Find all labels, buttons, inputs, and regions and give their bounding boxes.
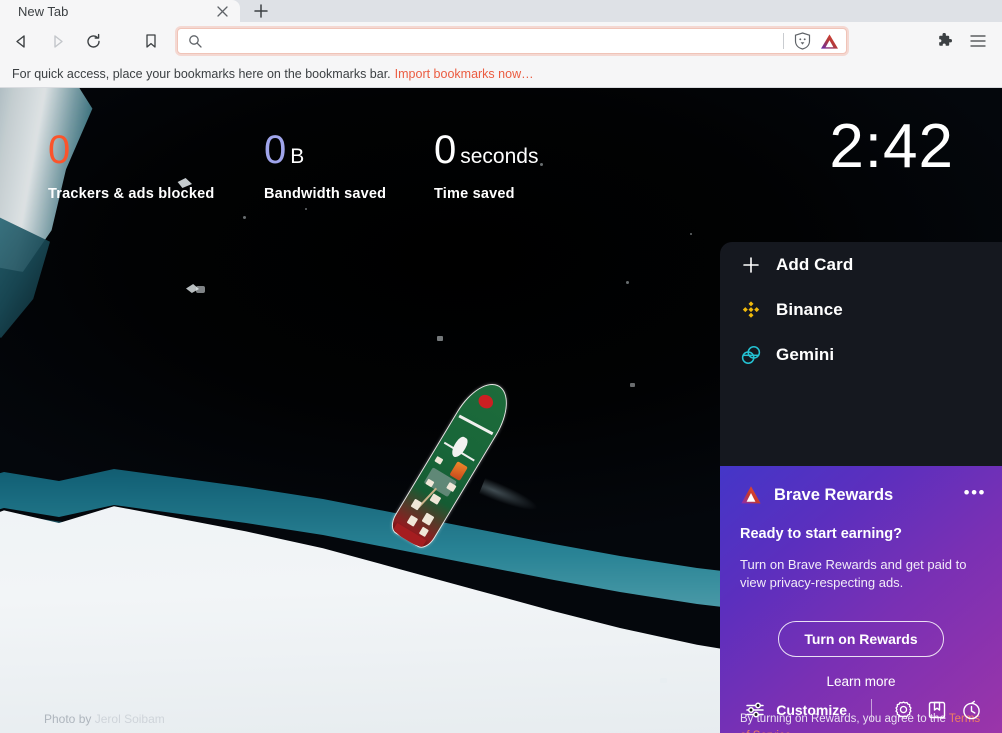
rewards-header: Brave Rewards bbox=[740, 482, 982, 508]
ice-speck bbox=[305, 208, 307, 210]
puzzle-piece-icon[interactable] bbox=[932, 29, 956, 53]
stat-value: 0 bbox=[264, 128, 286, 172]
add-card-button[interactable]: Add Card bbox=[720, 242, 1002, 287]
address-bar-input[interactable] bbox=[204, 33, 783, 49]
stat-label: Bandwidth saved bbox=[264, 186, 387, 202]
stat-time-saved: 0 seconds Time saved bbox=[434, 130, 538, 202]
clock: 2:42 bbox=[829, 112, 954, 181]
binance-logo-icon bbox=[740, 299, 762, 321]
stat-unit: B bbox=[290, 145, 305, 168]
bookmarks-bar: For quick access, place your bookmarks h… bbox=[0, 60, 1002, 88]
ice-speck bbox=[690, 233, 692, 235]
brave-rewards-bat-icon[interactable] bbox=[819, 31, 839, 51]
rewards-headline: Ready to start earning? bbox=[740, 526, 902, 542]
search-icon bbox=[188, 33, 204, 49]
turn-on-rewards-button[interactable]: Turn on Rewards bbox=[778, 620, 944, 657]
photo-credit-author: Jerol Soibam bbox=[94, 712, 165, 726]
stat-bandwidth-saved: 0 B Bandwidth saved bbox=[264, 130, 434, 202]
stat-value: 0 bbox=[48, 128, 70, 172]
add-card-label: Add Card bbox=[776, 254, 854, 274]
rewards-body-text: Turn on Brave Rewards and get paid to vi… bbox=[740, 557, 967, 591]
browser-chrome: New Tab For quick access, place your boo… bbox=[0, 0, 1002, 88]
ice-speck bbox=[243, 216, 246, 219]
ice-speck bbox=[626, 281, 629, 284]
stat-label: Trackers & ads blocked bbox=[48, 186, 215, 202]
footer-divider bbox=[871, 699, 872, 721]
back-arrow-icon[interactable] bbox=[6, 26, 36, 56]
binance-label: Binance bbox=[776, 299, 843, 319]
gear-icon[interactable] bbox=[886, 695, 920, 725]
hamburger-menu-icon[interactable] bbox=[966, 29, 990, 53]
more-options-icon[interactable]: ••• bbox=[964, 484, 986, 501]
gemini-card-row[interactable]: Gemini bbox=[720, 332, 1002, 377]
binance-card-row[interactable]: Binance bbox=[720, 287, 1002, 332]
history-clock-icon[interactable] bbox=[954, 695, 988, 725]
gemini-label: Gemini bbox=[776, 344, 835, 364]
brave-shields-lion-icon[interactable] bbox=[792, 31, 812, 51]
privacy-stats: 0 Trackers & ads blocked 0 B Bandwidth s… bbox=[48, 130, 538, 202]
cards-panel: Add Card Binance Gemini Brave Rewards ••… bbox=[720, 242, 1002, 733]
tab-strip: New Tab bbox=[0, 0, 1002, 22]
close-icon[interactable] bbox=[213, 2, 231, 20]
stat-value: 0 bbox=[434, 128, 456, 172]
browser-tab[interactable]: New Tab bbox=[0, 0, 240, 22]
plus-icon bbox=[740, 254, 762, 276]
forward-arrow-icon bbox=[42, 26, 72, 56]
sliders-icon bbox=[744, 699, 766, 721]
ice-floe bbox=[660, 678, 667, 683]
customize-label: Customize bbox=[776, 702, 847, 718]
ice-speck bbox=[540, 163, 543, 166]
rewards-terms-suffix: . bbox=[791, 730, 794, 733]
stat-unit: seconds bbox=[460, 145, 539, 168]
address-bar[interactable] bbox=[177, 28, 847, 54]
new-tab-button[interactable] bbox=[248, 0, 274, 22]
import-bookmarks-link[interactable]: Import bookmarks now… bbox=[395, 67, 534, 81]
bookmarks-book-icon[interactable] bbox=[920, 695, 954, 725]
customize-button[interactable]: Customize bbox=[732, 695, 859, 725]
ice-floe bbox=[437, 336, 443, 341]
ntp-footer-actions: Customize bbox=[732, 695, 988, 725]
stat-trackers-blocked: 0 Trackers & ads blocked bbox=[48, 130, 264, 202]
bookmarks-hint-text: For quick access, place your bookmarks h… bbox=[12, 66, 391, 81]
stat-label: Time saved bbox=[434, 186, 515, 202]
bookmark-icon[interactable] bbox=[136, 26, 166, 56]
photo-credit-prefix: Photo by bbox=[44, 712, 92, 726]
gemini-logo-icon bbox=[740, 344, 762, 366]
ice-floe bbox=[630, 383, 635, 387]
new-tab-page: 0 Trackers & ads blocked 0 B Bandwidth s… bbox=[0, 88, 1002, 733]
photo-credit: Photo by Jerol Soibam bbox=[44, 712, 165, 726]
learn-more-link[interactable]: Learn more bbox=[740, 674, 982, 689]
rewards-title: Brave Rewards bbox=[774, 485, 894, 504]
brave-rewards-bat-icon bbox=[740, 484, 762, 506]
ice-floe bbox=[196, 286, 205, 293]
tab-title: New Tab bbox=[18, 3, 69, 19]
brave-rewards-card: Brave Rewards ••• Ready to start earning… bbox=[720, 466, 1002, 733]
omnibox-divider bbox=[783, 33, 784, 49]
reload-icon[interactable] bbox=[78, 26, 108, 56]
